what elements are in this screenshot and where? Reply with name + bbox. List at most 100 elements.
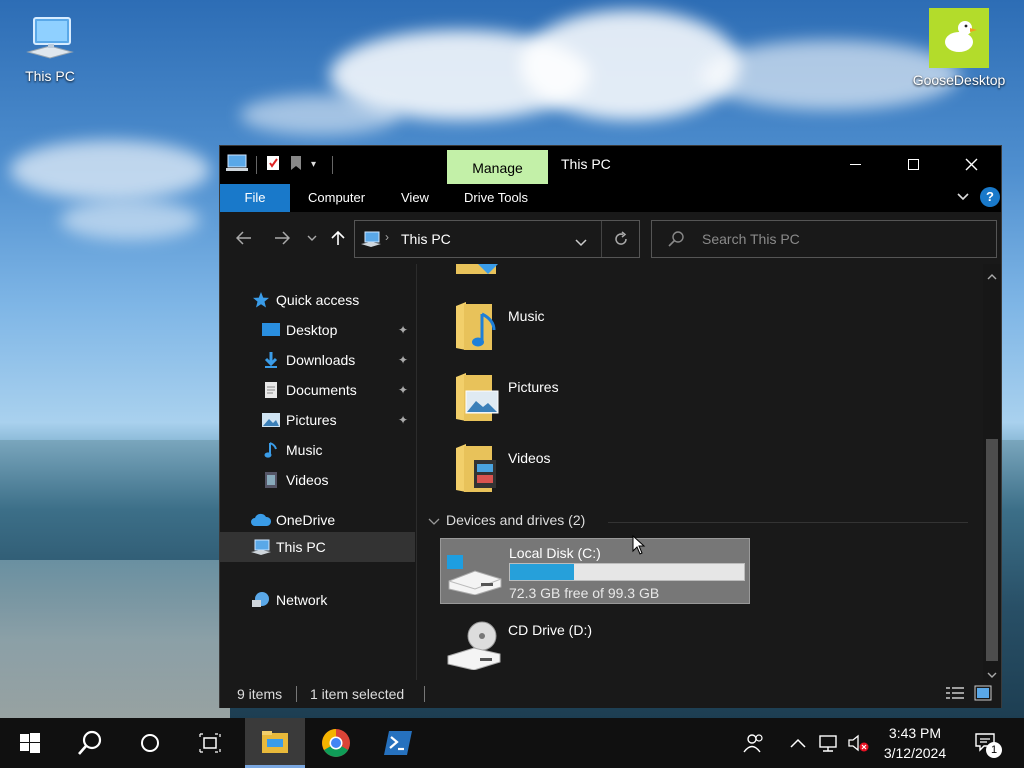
nav-label: Documents (286, 382, 357, 398)
title-bar: ▾ Manage This PC (220, 146, 1001, 184)
folder-music[interactable]: Music (448, 298, 748, 360)
customize-qat-icon[interactable]: ▾ (311, 159, 316, 170)
chevron-down-icon (307, 235, 317, 241)
drive-cd-d[interactable]: CD Drive (D:) (440, 616, 750, 676)
close-button[interactable] (942, 146, 1000, 182)
search-input[interactable]: Search This PC (702, 231, 800, 247)
status-selected: 1 item selected (310, 686, 405, 702)
status-item-count: 9 items (237, 686, 283, 702)
star-icon (250, 290, 272, 310)
nav-network[interactable]: Network (250, 586, 445, 614)
search-button[interactable] (62, 718, 118, 768)
arrow-left-icon (236, 231, 251, 245)
qat-divider (256, 155, 257, 174)
ribbon-tabs: File Computer View Drive Tools ? (220, 184, 1001, 212)
tab-view[interactable]: View (401, 184, 429, 212)
recent-locations-button[interactable] (300, 226, 324, 250)
status-bar: 9 items 1 item selected (220, 680, 1001, 708)
properties-icon[interactable] (265, 154, 281, 175)
help-icon[interactable]: ? (980, 187, 1000, 207)
clock-time: 3:43 PM (888, 725, 942, 741)
drive-usage-fill (510, 564, 574, 580)
music-note-icon (260, 440, 282, 460)
pin-icon[interactable]: ✦ (398, 353, 408, 367)
refresh-icon[interactable] (601, 221, 639, 257)
volume-button[interactable] (846, 718, 870, 768)
navigation-pane: Quick access Desktop ✦ Downloads ✦ Docum… (220, 264, 417, 680)
music-folder-icon (452, 298, 502, 357)
vertical-scrollbar[interactable] (983, 264, 1001, 680)
this-pc-icon (250, 537, 272, 557)
pin-icon[interactable]: ✦ (398, 323, 408, 337)
taskbar-chrome[interactable] (308, 718, 364, 768)
folder-name: Music (508, 308, 545, 324)
videos-folder-icon (452, 440, 502, 499)
details-view-icon[interactable] (946, 686, 964, 703)
drive-name: CD Drive (D:) (508, 622, 592, 638)
tab-drive-tools[interactable]: Drive Tools (464, 184, 528, 212)
tab-file[interactable]: File (220, 184, 290, 212)
task-view-button[interactable] (182, 718, 238, 768)
windows-logo-icon (20, 733, 40, 753)
address-bar[interactable]: › This PC (354, 220, 640, 258)
search-icon (78, 730, 102, 755)
minimize-button[interactable] (826, 146, 884, 182)
new-folder-icon[interactable] (289, 154, 303, 175)
drive-name: Local Disk (C:) (509, 545, 601, 561)
people-button[interactable] (738, 718, 770, 768)
clock[interactable]: 3:43 PM 3/12/2024 (872, 723, 958, 763)
start-button[interactable] (2, 718, 58, 768)
action-center-button[interactable]: 1 (964, 718, 1008, 768)
drive-local-disk-c[interactable]: Local Disk (C:) 72.3 GB free of 99.3 GB (440, 538, 750, 604)
nav-label: Desktop (286, 322, 338, 338)
maximize-button[interactable] (884, 146, 942, 182)
taskbar-file-explorer[interactable] (245, 718, 305, 768)
devices-and-drives-header[interactable]: Devices and drives (2) (428, 512, 968, 532)
address-dropdown-icon[interactable] (575, 234, 587, 250)
video-icon (260, 470, 282, 490)
folder-pictures[interactable]: Pictures (448, 369, 748, 431)
this-pc-icon (361, 231, 381, 250)
quick-access-toolbar: ▾ (226, 154, 334, 175)
volume-muted-icon (848, 734, 869, 752)
task-view-icon (199, 733, 221, 753)
folder-videos[interactable]: Videos (448, 440, 748, 502)
taskbar-powershell[interactable] (370, 718, 426, 768)
status-divider (424, 686, 425, 702)
forward-button[interactable] (270, 226, 294, 250)
folder-partial[interactable] (448, 264, 748, 282)
nav-onedrive[interactable]: OneDrive (250, 506, 445, 534)
window-title: This PC (561, 156, 611, 172)
folder-name: Pictures (508, 379, 559, 395)
cortana-button[interactable] (122, 718, 178, 768)
notification-badge: 1 (986, 742, 1002, 758)
drive-free-space: 72.3 GB free of 99.3 GB (509, 585, 660, 601)
nav-this-pc[interactable]: This PC (220, 532, 415, 562)
pin-icon[interactable]: ✦ (398, 383, 408, 397)
desktop-icon-this-pc[interactable]: This PC (0, 12, 100, 84)
chevron-up-icon (790, 738, 806, 748)
tab-computer[interactable]: Computer (308, 184, 365, 212)
nav-quick-access[interactable]: Quick access (250, 286, 445, 314)
desktop-icon-label: GooseDesktop (912, 72, 1006, 88)
group-divider (608, 522, 968, 523)
back-button[interactable] (232, 226, 256, 250)
expand-ribbon-icon[interactable] (956, 190, 970, 207)
desktop-icon-goose[interactable]: GooseDesktop (909, 8, 1009, 88)
address-text: This PC (401, 231, 451, 247)
up-button[interactable] (326, 226, 350, 250)
pictures-folder-icon (452, 369, 502, 428)
clock-date: 3/12/2024 (883, 745, 947, 761)
status-divider (296, 686, 297, 702)
scroll-thumb[interactable] (986, 439, 998, 661)
search-icon (668, 231, 684, 250)
network-tray-button[interactable] (814, 718, 842, 768)
manage-tab[interactable]: Manage (447, 150, 548, 184)
search-box[interactable]: Search This PC (651, 220, 997, 258)
large-icons-view-icon[interactable] (974, 685, 992, 704)
cortana-icon (141, 734, 159, 752)
pin-icon[interactable]: ✦ (398, 413, 408, 427)
show-hidden-icons-button[interactable] (786, 718, 810, 768)
cloud-icon (250, 510, 272, 530)
scroll-up-icon[interactable] (987, 268, 997, 284)
